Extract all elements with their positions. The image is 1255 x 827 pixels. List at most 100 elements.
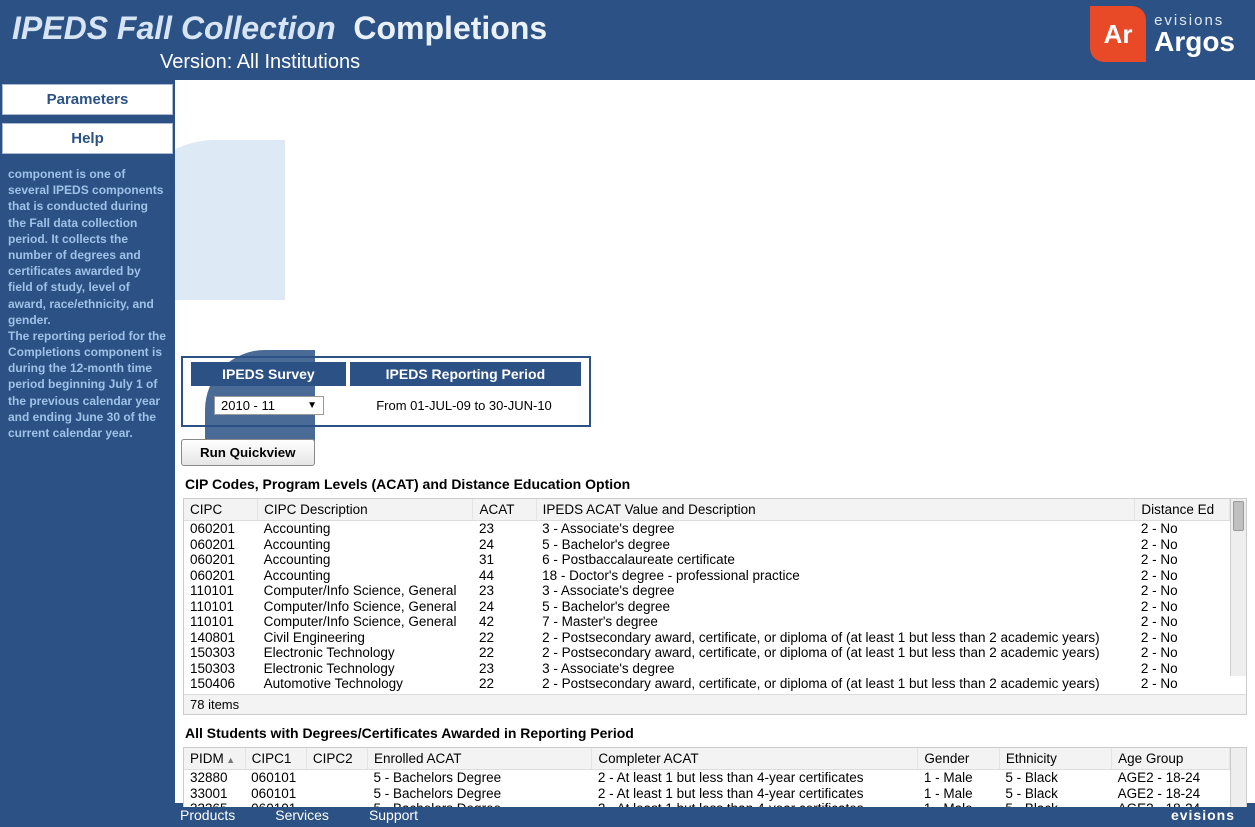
parameters-panel: IPEDS Survey IPEDS Reporting Period 2010… [181, 356, 591, 427]
sidebar: Parameters Help component is one of seve… [0, 80, 175, 807]
footer-link-services[interactable]: Services [275, 807, 329, 823]
table-cell: 23 [473, 583, 536, 599]
table-cell: 42 [473, 614, 536, 630]
table-cell: 3 - Associate's degree [536, 583, 1135, 599]
column-header[interactable]: Ethnicity [999, 748, 1111, 770]
table-cell: 1 - Male [918, 770, 1000, 786]
table-cell: 2 - At least 1 but less than 4-year cert… [592, 786, 918, 802]
table-cell: 060201 [184, 521, 258, 537]
table-cell: 150406 [184, 676, 258, 692]
table-cell: Accounting [258, 537, 473, 553]
table-cell: 060201 [184, 552, 258, 568]
table-cell: 060201 [184, 537, 258, 553]
table-cell: 3 - Associate's degree [536, 661, 1135, 677]
column-header[interactable]: Distance Ed [1135, 499, 1230, 521]
table-row[interactable]: 150406Automotive Technology222 - Postsec… [184, 676, 1230, 692]
table2-scrollbar[interactable] [1230, 748, 1246, 807]
table-cell: 060101 [245, 801, 306, 807]
table-cell: 32880 [184, 770, 245, 786]
table-cell: Accounting [258, 552, 473, 568]
table-row[interactable]: 333650601015 - Bachelors Degree2 - At le… [184, 801, 1230, 807]
table-cell: 1 - Male [918, 801, 1000, 807]
table-cell: 060101 [245, 786, 306, 802]
table-row[interactable]: 060201Accounting233 - Associate's degree… [184, 521, 1230, 537]
app-header: IPEDS Fall Collection Completions Ar evi… [0, 0, 1255, 51]
table-cell: 2 - No [1135, 583, 1230, 599]
period-value: From 01-JUL-09 to 30-JUN-10 [347, 398, 581, 413]
table-row[interactable]: 060201Accounting4418 - Doctor's degree -… [184, 568, 1230, 584]
table-row[interactable]: 150303Electronic Technology222 - Postsec… [184, 645, 1230, 661]
table-cell: 18 - Doctor's degree - professional prac… [536, 568, 1135, 584]
table-cell: 060101 [245, 770, 306, 786]
column-header[interactable]: CIPC Description [258, 499, 473, 521]
table-row[interactable]: 150303Electronic Technology233 - Associa… [184, 661, 1230, 677]
table-cell: Computer/Info Science, General [258, 599, 473, 615]
footer-link-products[interactable]: Products [180, 807, 235, 823]
footer-link-support[interactable]: Support [369, 807, 418, 823]
table-cell: 2 - No [1135, 661, 1230, 677]
students-table: PIDM ▲CIPC1CIPC2Enrolled ACATCompleter A… [184, 748, 1230, 807]
table-cell: 2 - At least 1 but less than 4-year cert… [592, 770, 918, 786]
table-cell: 140801 [184, 630, 258, 646]
table-cell: 2 - No [1135, 630, 1230, 646]
table-cell: 5 - Black [999, 786, 1111, 802]
column-header[interactable]: ACAT [473, 499, 536, 521]
table-cell: Computer/Info Science, General [258, 583, 473, 599]
table-cell: 6 - Postbaccalaureate certificate [536, 552, 1135, 568]
column-header[interactable]: Completer ACAT [592, 748, 918, 770]
table-cell: AGE2 - 18-24 [1112, 801, 1230, 807]
page-title: IPEDS Fall Collection Completions [12, 10, 547, 47]
column-header[interactable]: Gender [918, 748, 1000, 770]
table-cell: 5 - Black [999, 801, 1111, 807]
table-cell: 110101 [184, 583, 258, 599]
table-row[interactable]: 110101Computer/Info Science, General245 … [184, 599, 1230, 615]
brand-logo: Ar evisions Argos [1090, 6, 1235, 62]
run-quickview-button[interactable]: Run Quickview [181, 439, 315, 466]
table-cell: AGE2 - 18-24 [1112, 770, 1230, 786]
table-cell: 2 - At least 1 but less than 4-year cert… [592, 801, 918, 807]
table-cell: 2 - No [1135, 614, 1230, 630]
table-cell: 2 - No [1135, 537, 1230, 553]
column-header[interactable]: Age Group [1112, 748, 1230, 770]
table1-scrollbar[interactable] [1230, 499, 1246, 676]
sidebar-item-help[interactable]: Help [2, 123, 173, 154]
survey-dropdown[interactable]: 2010 - 11 ▼ [214, 396, 324, 415]
title-italic: IPEDS Fall Collection [12, 10, 336, 46]
table-cell: Accounting [258, 568, 473, 584]
table-cell: Civil Engineering [258, 630, 473, 646]
table1-container: CIPCCIPC DescriptionACATIPEDS ACAT Value… [183, 498, 1247, 715]
column-header[interactable]: CIPC1 [245, 748, 306, 770]
column-header[interactable]: CIPC2 [306, 748, 367, 770]
title-main: Completions [353, 10, 547, 46]
table-row[interactable]: 140801Civil Engineering222 - Postseconda… [184, 630, 1230, 646]
table-cell: 24 [473, 599, 536, 615]
table-cell [306, 770, 367, 786]
cip-codes-table: CIPCCIPC DescriptionACATIPEDS ACAT Value… [184, 499, 1230, 692]
table-row[interactable]: 110101Computer/Info Science, General233 … [184, 583, 1230, 599]
table-cell: 2 - No [1135, 568, 1230, 584]
table-cell: Electronic Technology [258, 645, 473, 661]
table-cell: 2 - Postsecondary award, certificate, or… [536, 676, 1135, 692]
param-header-period: IPEDS Reporting Period [350, 362, 581, 386]
table-cell: 150303 [184, 661, 258, 677]
table1-footer: 78 items [184, 694, 1246, 714]
table-cell: 060201 [184, 568, 258, 584]
table-cell: 33001 [184, 786, 245, 802]
table-row[interactable]: 330010601015 - Bachelors Degree2 - At le… [184, 786, 1230, 802]
table-cell: 23 [473, 661, 536, 677]
table-row[interactable]: 060201Accounting245 - Bachelor's degree2… [184, 537, 1230, 553]
table-row[interactable]: 060201Accounting316 - Postbaccalaureate … [184, 552, 1230, 568]
table-row[interactable]: 110101Computer/Info Science, General427 … [184, 614, 1230, 630]
sort-asc-icon: ▲ [224, 755, 235, 765]
table-row[interactable]: 328800601015 - Bachelors Degree2 - At le… [184, 770, 1230, 786]
column-header[interactable]: IPEDS ACAT Value and Description [536, 499, 1135, 521]
table-cell: 22 [473, 676, 536, 692]
column-header[interactable]: Enrolled ACAT [368, 748, 592, 770]
column-header[interactable]: CIPC [184, 499, 258, 521]
table-cell: 5 - Bachelor's degree [536, 537, 1135, 553]
column-header[interactable]: PIDM ▲ [184, 748, 245, 770]
table-cell: 2 - No [1135, 645, 1230, 661]
table-cell: 22 [473, 645, 536, 661]
table-cell: Electronic Technology [258, 661, 473, 677]
sidebar-item-parameters[interactable]: Parameters [2, 84, 173, 115]
